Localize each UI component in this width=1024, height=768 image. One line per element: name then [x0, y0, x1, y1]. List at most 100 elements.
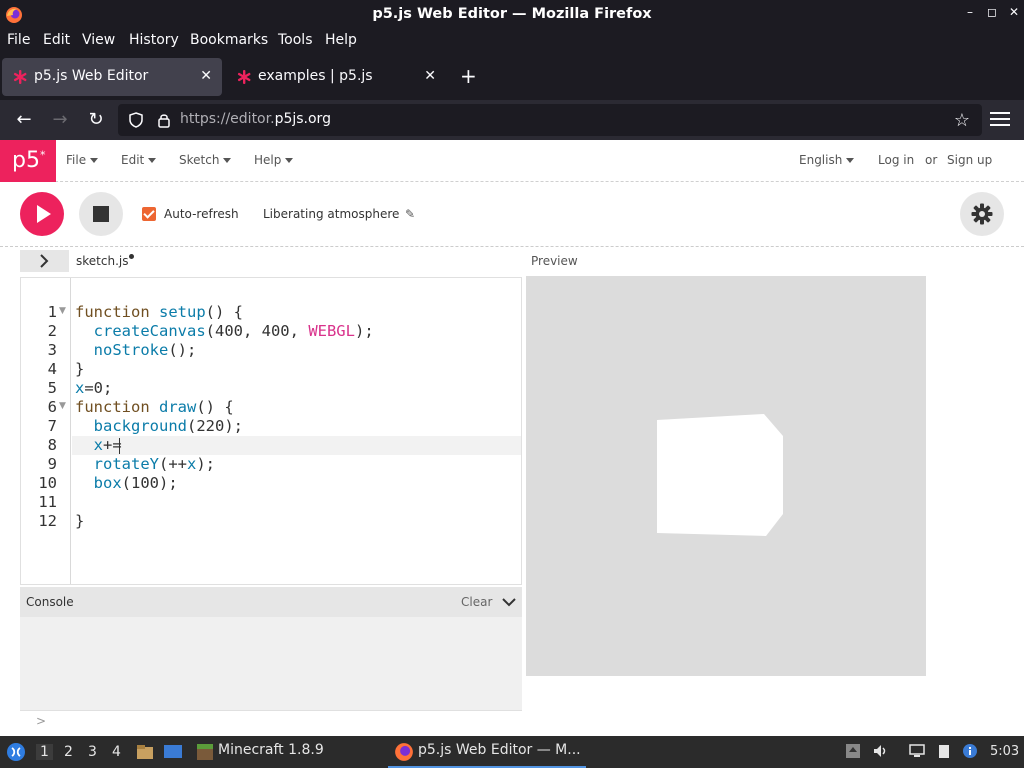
- menu-edit[interactable]: Edit: [43, 32, 70, 48]
- sidebar-toggle-button[interactable]: [20, 250, 69, 272]
- info-icon[interactable]: [962, 743, 978, 759]
- menu-tools[interactable]: Tools: [278, 32, 313, 48]
- p5-asterisk-icon: [237, 70, 251, 84]
- browser-menubar: File Edit View History Bookmarks Tools H…: [0, 30, 1024, 54]
- caret-down-icon: [223, 158, 232, 163]
- menu-file[interactable]: File: [7, 32, 30, 48]
- text-caret: [119, 438, 120, 454]
- forward-arrow-icon[interactable]: →: [49, 109, 71, 131]
- bookmark-star-icon[interactable]: ☆: [954, 110, 970, 131]
- tab-strip: p5.js Web Editor ✕ examples | p5.js ✕: [0, 54, 1024, 100]
- chevron-down-icon[interactable]: [501, 595, 517, 609]
- caret-down-icon: [846, 158, 855, 163]
- url-scheme-host: https://editor.: [180, 111, 275, 127]
- line-number: 1: [47, 303, 57, 321]
- taskbar-app-minecraft[interactable]: Minecraft 1.8.9: [218, 742, 324, 758]
- p5-menu-help[interactable]: Help: [254, 153, 294, 167]
- hamburger-menu-icon[interactable]: [990, 108, 1010, 130]
- language-select[interactable]: English: [799, 153, 855, 167]
- code-line: x+=: [93, 436, 122, 454]
- menu-view[interactable]: View: [82, 32, 115, 48]
- sketch-name[interactable]: Liberating atmosphere: [263, 207, 399, 221]
- close-tab-icon[interactable]: ✕: [200, 68, 212, 84]
- workspace-3[interactable]: 3: [88, 744, 97, 760]
- line-number: 6: [47, 398, 57, 416]
- code-line: background(220);: [93, 417, 243, 435]
- fold-arrow-icon[interactable]: ▼: [59, 401, 66, 411]
- code-line: createCanvas(400, 400, WEBGL);: [93, 322, 374, 340]
- p5-logo-asterisk: *: [39, 148, 46, 162]
- p5-editor-nav: p5* File Edit Sketch Help English Log in…: [0, 140, 1024, 182]
- rotating-box-shape: [657, 414, 783, 536]
- fold-arrow-icon[interactable]: ▼: [59, 306, 66, 316]
- network-icon[interactable]: [909, 743, 925, 759]
- back-arrow-icon[interactable]: ←: [13, 109, 35, 131]
- settings-button[interactable]: [960, 192, 1004, 236]
- line-number: 5: [47, 379, 57, 397]
- workspace-2[interactable]: 2: [64, 744, 73, 760]
- active-line-highlight: [72, 436, 521, 455]
- line-number: 4: [47, 360, 57, 378]
- taskbar-app-firefox[interactable]: p5.js Web Editor — M...: [388, 736, 586, 768]
- reload-icon[interactable]: ↻: [85, 109, 107, 131]
- caret-down-icon: [285, 158, 294, 163]
- close-tab-icon[interactable]: ✕: [424, 68, 436, 84]
- auto-refresh-label: Auto-refresh: [164, 207, 239, 221]
- line-number: 2: [47, 322, 57, 340]
- lock-icon: [158, 114, 170, 128]
- console-input[interactable]: [20, 710, 522, 736]
- menu-help[interactable]: Help: [325, 32, 357, 48]
- p5-logo-text: p5: [12, 148, 40, 173]
- console-header[interactable]: Console Clear: [20, 587, 522, 617]
- code-line: box(100);: [93, 474, 178, 492]
- sketch-preview-canvas[interactable]: [526, 276, 926, 676]
- volume-icon[interactable]: [872, 743, 888, 759]
- file-manager-icon[interactable]: [135, 742, 155, 762]
- menu-history[interactable]: History: [129, 32, 179, 48]
- login-link[interactable]: Log in: [878, 153, 914, 167]
- signup-link[interactable]: Sign up: [947, 153, 992, 167]
- play-button[interactable]: [20, 192, 64, 236]
- tab-p5-editor[interactable]: p5.js Web Editor ✕: [2, 58, 222, 96]
- file-tab-sketch-js[interactable]: sketch.js: [76, 254, 135, 268]
- menu-bookmarks[interactable]: Bookmarks: [190, 32, 268, 48]
- auto-refresh-checkbox[interactable]: [142, 207, 156, 221]
- pencil-icon[interactable]: ✎: [405, 207, 415, 221]
- p5-logo[interactable]: p5*: [0, 140, 56, 182]
- workspace-1[interactable]: 1: [36, 744, 53, 760]
- p5-menu-file[interactable]: File: [66, 153, 99, 167]
- minimize-window-button[interactable]: –: [962, 5, 978, 23]
- console-title: Console: [26, 595, 74, 609]
- workspace-4[interactable]: 4: [112, 744, 121, 760]
- upload-icon[interactable]: [845, 743, 861, 759]
- line-number: 9: [47, 455, 57, 473]
- url-bar[interactable]: https://editor.p5js.org ☆: [118, 104, 982, 136]
- p5-menu-sketch-label: Sketch: [179, 153, 220, 167]
- code-line: }: [75, 360, 85, 378]
- new-tab-plus-icon[interactable]: +: [460, 64, 477, 88]
- or-text: or: [925, 153, 938, 167]
- close-window-button[interactable]: ✕: [1006, 5, 1022, 23]
- code-editor[interactable]: 1 2 3 4 5 6 7 8 9 10 11 12 ▼ ▼ function …: [20, 277, 522, 585]
- p5-menu-file-label: File: [66, 153, 87, 167]
- taskbar-clock: 5:03: [990, 744, 1020, 759]
- p5-menu-sketch[interactable]: Sketch: [179, 153, 232, 167]
- line-number: 11: [38, 493, 57, 511]
- line-number: 3: [47, 341, 57, 359]
- p5-menu-edit[interactable]: Edit: [121, 153, 157, 167]
- console-clear-button[interactable]: Clear: [461, 595, 492, 609]
- code-line: noStroke();: [93, 341, 197, 359]
- line-number: 8: [47, 436, 57, 454]
- code-line: x=0;: [75, 379, 113, 397]
- start-menu-icon[interactable]: [6, 742, 26, 762]
- firefox-logo-icon: [395, 743, 413, 761]
- console-prompt-icon: >: [36, 714, 47, 728]
- stop-button[interactable]: [79, 192, 123, 236]
- tab-examples[interactable]: examples | p5.js ✕: [226, 58, 446, 96]
- maximize-window-button[interactable]: ◻: [984, 5, 1000, 23]
- caret-down-icon: [148, 158, 157, 163]
- clipboard-icon[interactable]: [936, 743, 952, 759]
- code-line: rotateY(++x);: [93, 455, 216, 473]
- desktop-icon[interactable]: [163, 742, 183, 762]
- sketch-toolbar: Auto-refresh Liberating atmosphere ✎: [0, 183, 1024, 247]
